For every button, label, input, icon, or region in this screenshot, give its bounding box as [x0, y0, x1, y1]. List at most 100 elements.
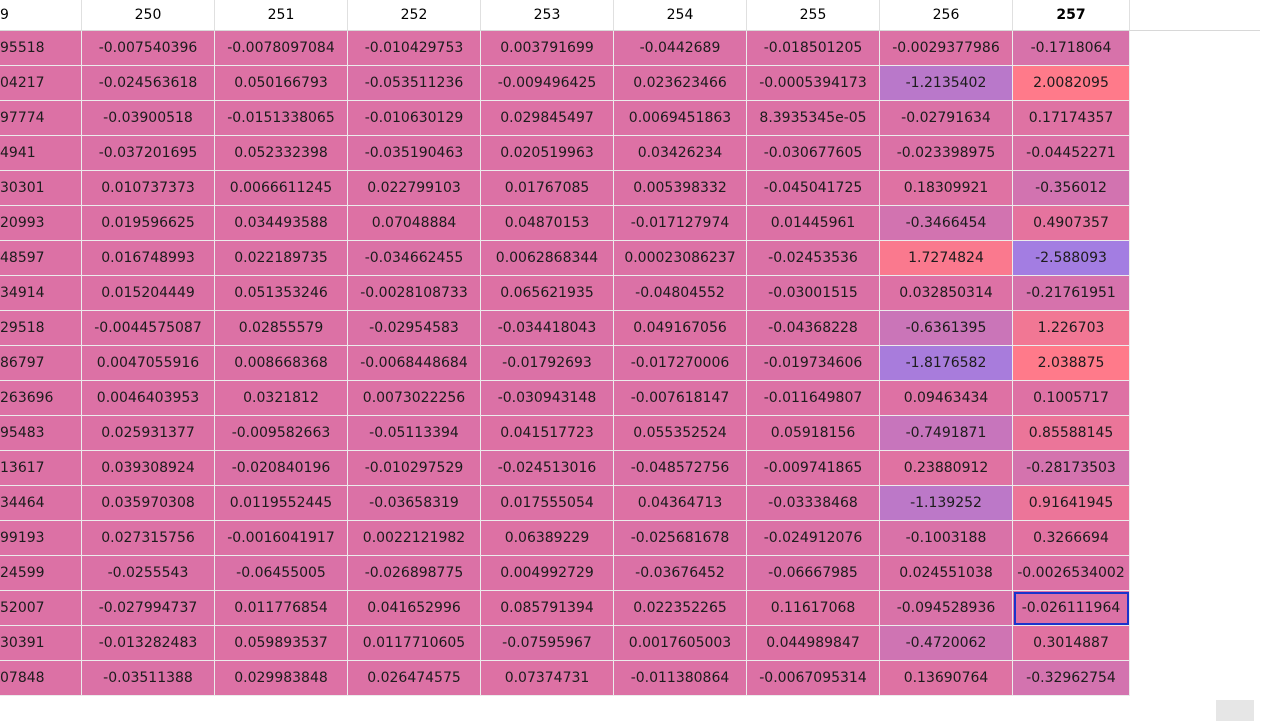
- table-cell[interactable]: -0.7491871: [880, 416, 1013, 451]
- table-cell[interactable]: -1.8176582: [880, 346, 1013, 381]
- table-cell[interactable]: 0.0117710605: [348, 626, 481, 661]
- column-header-251[interactable]: 251: [215, 0, 348, 30]
- table-cell[interactable]: 0.07048884: [348, 206, 481, 241]
- table-cell[interactable]: 0.022189735: [215, 241, 348, 276]
- table-cell[interactable]: 0.13690764: [880, 661, 1013, 696]
- table-cell[interactable]: 0.0073022256: [348, 381, 481, 416]
- table-cell[interactable]: 34914: [0, 276, 82, 311]
- table-cell[interactable]: 0.065621935: [481, 276, 614, 311]
- table-cell[interactable]: -0.007618147: [614, 381, 747, 416]
- table-cell[interactable]: 8.3935345e-05: [747, 101, 880, 136]
- table-cell[interactable]: 0.019596625: [82, 206, 215, 241]
- table-cell[interactable]: 30301: [0, 171, 82, 206]
- table-cell[interactable]: 0.022799103: [348, 171, 481, 206]
- table-cell[interactable]: 4941: [0, 136, 82, 171]
- table-cell[interactable]: 0.3266694: [1013, 521, 1130, 556]
- table-cell[interactable]: 86797: [0, 346, 82, 381]
- table-cell[interactable]: 0.0017605003: [614, 626, 747, 661]
- table-cell[interactable]: -0.0044575087: [82, 311, 215, 346]
- table-cell[interactable]: 13617: [0, 451, 82, 486]
- table-cell[interactable]: 0.85588145: [1013, 416, 1130, 451]
- table-cell[interactable]: -0.21761951: [1013, 276, 1130, 311]
- table-cell[interactable]: 0.04870153: [481, 206, 614, 241]
- table-cell[interactable]: -1.2135402: [880, 66, 1013, 101]
- table-cell[interactable]: 0.049167056: [614, 311, 747, 346]
- table-cell[interactable]: 20993: [0, 206, 82, 241]
- table-cell[interactable]: -0.025681678: [614, 521, 747, 556]
- table-cell[interactable]: -0.02954583: [348, 311, 481, 346]
- table-cell[interactable]: 30391: [0, 626, 82, 661]
- table-cell[interactable]: -0.010630129: [348, 101, 481, 136]
- table-cell[interactable]: 0.003791699: [481, 31, 614, 66]
- table-cell[interactable]: 0.052332398: [215, 136, 348, 171]
- table-cell[interactable]: 0.4907357: [1013, 206, 1130, 241]
- table-cell[interactable]: -0.009496425: [481, 66, 614, 101]
- table-cell[interactable]: 0.010737373: [82, 171, 215, 206]
- table-cell[interactable]: -0.02453536: [747, 241, 880, 276]
- table-cell[interactable]: -0.356012: [1013, 171, 1130, 206]
- table-cell[interactable]: -0.07595967: [481, 626, 614, 661]
- table-cell[interactable]: 07848: [0, 661, 82, 696]
- table-cell[interactable]: 1.7274824: [880, 241, 1013, 276]
- table-cell[interactable]: 2.0082095: [1013, 66, 1130, 101]
- table-cell[interactable]: 0.029983848: [215, 661, 348, 696]
- table-cell[interactable]: -0.026111964: [1013, 591, 1130, 626]
- table-cell[interactable]: 0.11617068: [747, 591, 880, 626]
- table-cell[interactable]: 0.01767085: [481, 171, 614, 206]
- table-cell[interactable]: -0.019734606: [747, 346, 880, 381]
- table-cell[interactable]: 0.0062868344: [481, 241, 614, 276]
- table-cell[interactable]: 0.023623466: [614, 66, 747, 101]
- table-cell[interactable]: 0.022352265: [614, 591, 747, 626]
- table-cell[interactable]: 0.044989847: [747, 626, 880, 661]
- table-cell[interactable]: -0.03001515: [747, 276, 880, 311]
- table-cell[interactable]: -0.04452271: [1013, 136, 1130, 171]
- table-cell[interactable]: -0.04368228: [747, 311, 880, 346]
- table-cell[interactable]: 0.034493588: [215, 206, 348, 241]
- table-cell[interactable]: 0.01445961: [747, 206, 880, 241]
- table-cell[interactable]: 0.0069451863: [614, 101, 747, 136]
- table-cell[interactable]: 0.055352524: [614, 416, 747, 451]
- table-cell[interactable]: 0.0022121982: [348, 521, 481, 556]
- data-grid[interactable]: 9 250 251 252 253 254 255 256 257 95518 -0.007540…: [0, 0, 1260, 696]
- table-cell[interactable]: 0.23880912: [880, 451, 1013, 486]
- table-cell[interactable]: -0.048572756: [614, 451, 747, 486]
- table-cell[interactable]: -0.03676452: [614, 556, 747, 591]
- table-cell[interactable]: 0.085791394: [481, 591, 614, 626]
- table-cell[interactable]: -0.010297529: [348, 451, 481, 486]
- column-header-254[interactable]: 254: [614, 0, 747, 30]
- table-cell[interactable]: -0.030677605: [747, 136, 880, 171]
- table-cell[interactable]: -0.04804552: [614, 276, 747, 311]
- table-cell[interactable]: 29518: [0, 311, 82, 346]
- table-cell[interactable]: 0.0046403953: [82, 381, 215, 416]
- table-cell[interactable]: -0.28173503: [1013, 451, 1130, 486]
- table-cell[interactable]: 24599: [0, 556, 82, 591]
- table-cell[interactable]: 0.00023086237: [614, 241, 747, 276]
- table-cell[interactable]: -0.009741865: [747, 451, 880, 486]
- table-cell[interactable]: -0.034418043: [481, 311, 614, 346]
- table-cell[interactable]: 0.03426234: [614, 136, 747, 171]
- table-cell[interactable]: 04217: [0, 66, 82, 101]
- table-cell[interactable]: 48597: [0, 241, 82, 276]
- table-cell[interactable]: -0.32962754: [1013, 661, 1130, 696]
- table-cell[interactable]: -0.05113394: [348, 416, 481, 451]
- table-cell[interactable]: -0.02791634: [880, 101, 1013, 136]
- table-cell[interactable]: 0.024551038: [880, 556, 1013, 591]
- column-header-253[interactable]: 253: [481, 0, 614, 30]
- table-cell[interactable]: 97774: [0, 101, 82, 136]
- table-cell[interactable]: 0.015204449: [82, 276, 215, 311]
- table-cell[interactable]: -0.035190463: [348, 136, 481, 171]
- table-cell[interactable]: -0.027994737: [82, 591, 215, 626]
- table-cell[interactable]: 0.041517723: [481, 416, 614, 451]
- table-cell[interactable]: -0.037201695: [82, 136, 215, 171]
- table-cell[interactable]: 0.0119552445: [215, 486, 348, 521]
- column-header-257[interactable]: 257: [1013, 0, 1130, 30]
- table-cell[interactable]: -0.03900518: [82, 101, 215, 136]
- table-cell[interactable]: -0.01792693: [481, 346, 614, 381]
- table-cell[interactable]: -0.013282483: [82, 626, 215, 661]
- table-cell[interactable]: -0.045041725: [747, 171, 880, 206]
- table-cell[interactable]: -0.06667985: [747, 556, 880, 591]
- table-cell[interactable]: -0.1003188: [880, 521, 1013, 556]
- column-header-partial[interactable]: 9: [0, 0, 82, 30]
- table-cell[interactable]: -0.030943148: [481, 381, 614, 416]
- table-cell[interactable]: -0.3466454: [880, 206, 1013, 241]
